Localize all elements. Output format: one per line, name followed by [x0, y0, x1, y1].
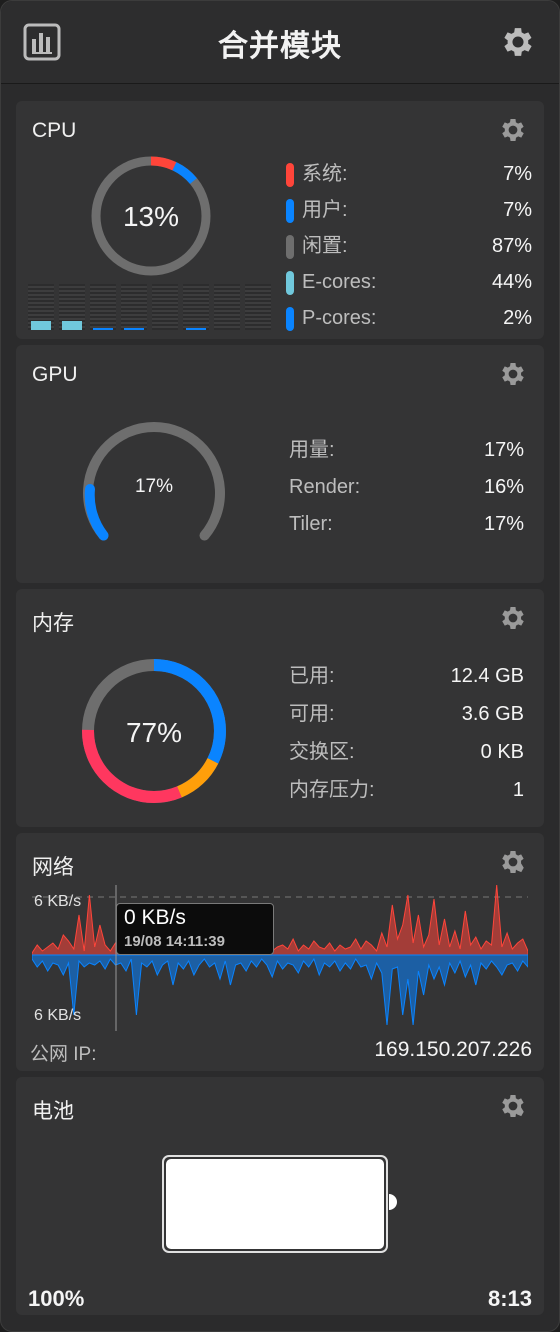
public-ip-label: 公网 IP:	[30, 1044, 97, 1065]
user-color-bar	[286, 199, 294, 223]
idle-color-bar	[286, 235, 294, 259]
tooltip-value: 0 KB/s	[124, 906, 186, 929]
system-color-bar	[286, 163, 294, 187]
stat-value: 44%	[491, 271, 532, 293]
cpu-core-bar	[214, 284, 240, 330]
gpu-stat-render: Render: 16%	[289, 472, 524, 502]
memory-stat-used: 已用: 12.4 GB	[289, 661, 524, 691]
cpu-core-fill	[124, 328, 144, 330]
stat-value: 12.4 GB	[450, 665, 524, 687]
gpu-settings-gear-icon[interactable]	[498, 359, 528, 389]
stat-value: 17%	[483, 439, 524, 461]
settings-gear-icon[interactable]	[499, 23, 537, 61]
gpu-stats: 用量: 17% Render: 16% Tiler: 17%	[289, 435, 524, 545]
stat-label: 可用:	[289, 703, 335, 725]
stat-value: 87%	[491, 235, 532, 257]
memory-stats: 已用: 12.4 GB 可用: 3.6 GB 交换区: 0 KB 内存压力: 1	[289, 661, 524, 811]
cpu-core-bar	[245, 284, 271, 330]
battery-time-remaining: 8:13	[487, 1286, 532, 1311]
battery-icon	[162, 1155, 388, 1253]
stat-label: 交换区:	[289, 741, 355, 763]
network-scale-top: 6 KB/s	[34, 893, 82, 910]
stat-value: 2%	[503, 307, 532, 329]
cpu-core-bars	[28, 284, 276, 332]
header-title: 合并模块	[218, 30, 342, 63]
stat-value: 17%	[483, 513, 524, 535]
stat-label: 内存压力:	[289, 779, 375, 801]
cpu-percent: 13%	[122, 201, 180, 232]
stat-label: 闲置:	[302, 235, 348, 257]
memory-title: 内存	[32, 612, 74, 635]
battery-panel: 电池 100% 8:13	[16, 1077, 544, 1315]
network-title: 网络	[32, 856, 74, 879]
stat-label: 用户:	[302, 199, 348, 221]
battery-percent: 100%	[28, 1286, 85, 1311]
cpu-stat-e-cores: E-cores: 44%	[286, 267, 532, 297]
cpu-core-bar	[59, 284, 85, 330]
stat-value: 3.6 GB	[461, 703, 524, 725]
cpu-core-bar	[90, 284, 116, 330]
stat-value: 7%	[503, 163, 532, 185]
cpu-core-fill	[186, 328, 206, 330]
network-scale-bottom: 6 KB/s	[34, 1007, 82, 1024]
memory-stat-available: 可用: 3.6 GB	[289, 699, 524, 729]
stat-label: P-cores:	[302, 307, 377, 329]
stat-label: E-cores:	[302, 271, 377, 293]
gpu-title: GPU	[32, 363, 78, 386]
combined-modules-window: 合并模块 CPU 13% 系统: 7% 用户: 7% 闲置: 87% E-cor…	[0, 0, 560, 1332]
battery-terminal-icon	[389, 1194, 397, 1210]
cpu-stat-idle: 闲置: 87%	[286, 231, 532, 261]
cpu-stat-user: 用户: 7%	[286, 195, 532, 225]
network-settings-gear-icon[interactable]	[498, 847, 528, 877]
cpu-core-bar	[183, 284, 209, 330]
cpu-stat-system: 系统: 7%	[286, 159, 532, 189]
cpu-core-fill	[31, 321, 51, 330]
stat-label: 用量:	[289, 439, 335, 461]
header: 合并模块	[1, 1, 559, 84]
gpu-stat-usage: 用量: 17%	[289, 435, 524, 465]
memory-stat-pressure: 内存压力: 1	[289, 775, 524, 805]
stat-label: 系统:	[302, 163, 348, 185]
memory-settings-gear-icon[interactable]	[498, 603, 528, 633]
memory-percent: 77%	[125, 717, 183, 748]
cpu-stat-p-cores: P-cores: 2%	[286, 303, 532, 333]
stat-label: Render:	[289, 476, 361, 498]
stat-value: 1	[512, 779, 524, 801]
battery-title: 电池	[32, 1100, 74, 1123]
network-traffic-chart[interactable]	[32, 885, 528, 1031]
public-ip-value: 169.150.207.226	[374, 1038, 532, 1061]
cpu-core-fill	[62, 321, 82, 330]
download-series-area	[32, 954, 528, 1026]
network-panel: 网络 6 KB/s 6 KB/s 0 KB/s 19/08 14:11:39 公…	[16, 833, 544, 1071]
battery-level-fill	[166, 1159, 384, 1249]
stat-value: 0 KB	[480, 741, 524, 763]
stat-value: 16%	[483, 476, 524, 498]
memory-panel: 内存 77% 已用: 12.4 GB 可用: 3.6 GB 交换区: 0 KB	[16, 589, 544, 827]
gpu-stat-tiler: Tiler: 17%	[289, 509, 524, 539]
gpu-panel: GPU 17% 用量: 17% Render: 16% Tiler: 17%	[16, 345, 544, 583]
cpu-settings-gear-icon[interactable]	[498, 115, 528, 145]
upload-series-area	[32, 885, 528, 956]
cpu-core-bar	[152, 284, 178, 330]
p-cores-color-bar	[286, 307, 294, 331]
cpu-title: CPU	[32, 119, 77, 142]
cpu-stats: 系统: 7% 用户: 7% 闲置: 87% E-cores: 44% P-cor…	[286, 159, 532, 335]
stat-value: 7%	[503, 199, 532, 221]
cpu-core-bar	[121, 284, 147, 330]
cpu-panel: CPU 13% 系统: 7% 用户: 7% 闲置: 87% E-cores: 4…	[16, 101, 544, 339]
memory-stat-swap: 交换区: 0 KB	[289, 737, 524, 767]
cpu-core-fill	[93, 328, 113, 330]
gpu-percent: 17%	[134, 476, 174, 497]
network-tooltip: 0 KB/s 19/08 14:11:39	[116, 903, 274, 955]
battery-settings-gear-icon[interactable]	[498, 1091, 528, 1121]
e-cores-color-bar	[286, 271, 294, 295]
stat-label: 已用:	[289, 665, 335, 687]
stat-label: Tiler:	[289, 513, 333, 535]
tooltip-time: 19/08 14:11:39	[124, 933, 225, 950]
cpu-core-bar	[28, 284, 54, 330]
